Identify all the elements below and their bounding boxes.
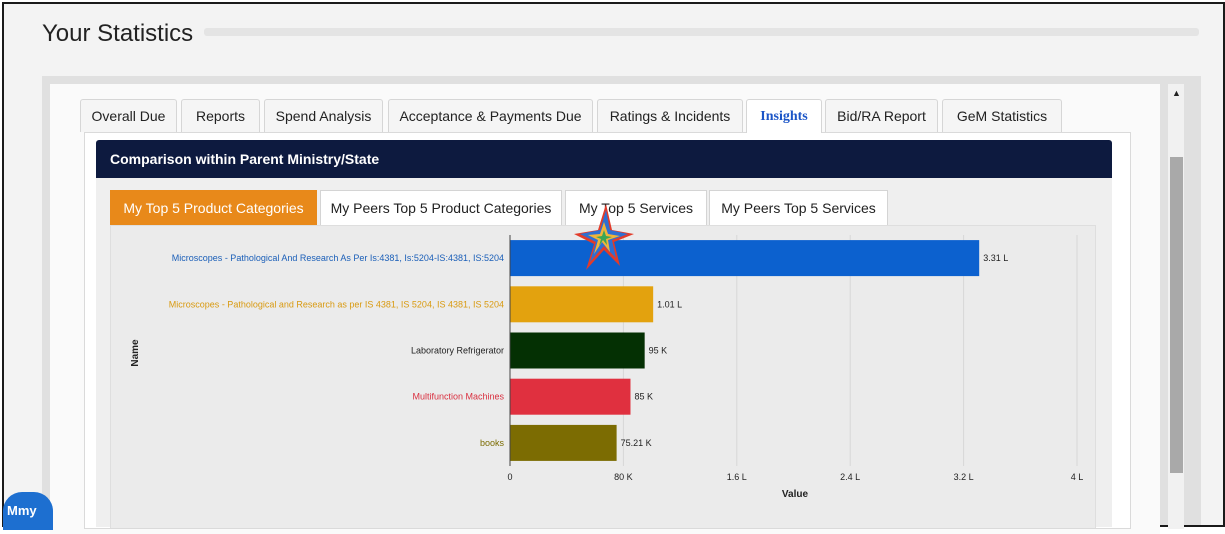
x-tick-label: 1.6 L bbox=[727, 472, 747, 482]
data-label: 3.31 L bbox=[983, 253, 1008, 263]
x-tick-labels: 0 80 K 1.6 L 2.4 L 3.2 L 4 L bbox=[507, 472, 1083, 482]
category-label: books bbox=[480, 438, 505, 448]
chat-assistant-button[interactable]: Mmy bbox=[3, 492, 53, 530]
x-tick-label: 80 K bbox=[614, 472, 633, 482]
x-tick-label: 3.2 L bbox=[954, 472, 974, 482]
y-axis-title: Name bbox=[130, 339, 141, 367]
x-tick-label: 2.4 L bbox=[840, 472, 860, 482]
x-tick-label: 0 bbox=[507, 472, 512, 482]
bar[interactable] bbox=[510, 286, 654, 323]
x-tick-label: 4 L bbox=[1071, 472, 1084, 482]
category-label: Microscopes - Pathological and Research … bbox=[169, 299, 504, 309]
category-labels: Microscopes - Pathological And Research … bbox=[169, 253, 505, 448]
bar[interactable] bbox=[510, 424, 617, 461]
data-label: 95 K bbox=[649, 346, 668, 356]
data-label: 75.21 K bbox=[621, 438, 652, 448]
value-labels: 3.31 L 1.01 L 95 K 85 K 75.21 K bbox=[621, 253, 1009, 448]
x-axis-title: Value bbox=[782, 489, 809, 500]
data-label: 85 K bbox=[634, 392, 653, 402]
gem-logo-icon bbox=[574, 204, 634, 270]
bar[interactable] bbox=[510, 332, 645, 369]
category-label: Multifunction Machines bbox=[412, 392, 504, 402]
bar[interactable] bbox=[510, 378, 631, 415]
category-label: Laboratory Refrigerator bbox=[411, 346, 504, 356]
data-label: 1.01 L bbox=[657, 299, 682, 309]
category-label: Microscopes - Pathological And Research … bbox=[172, 253, 504, 263]
